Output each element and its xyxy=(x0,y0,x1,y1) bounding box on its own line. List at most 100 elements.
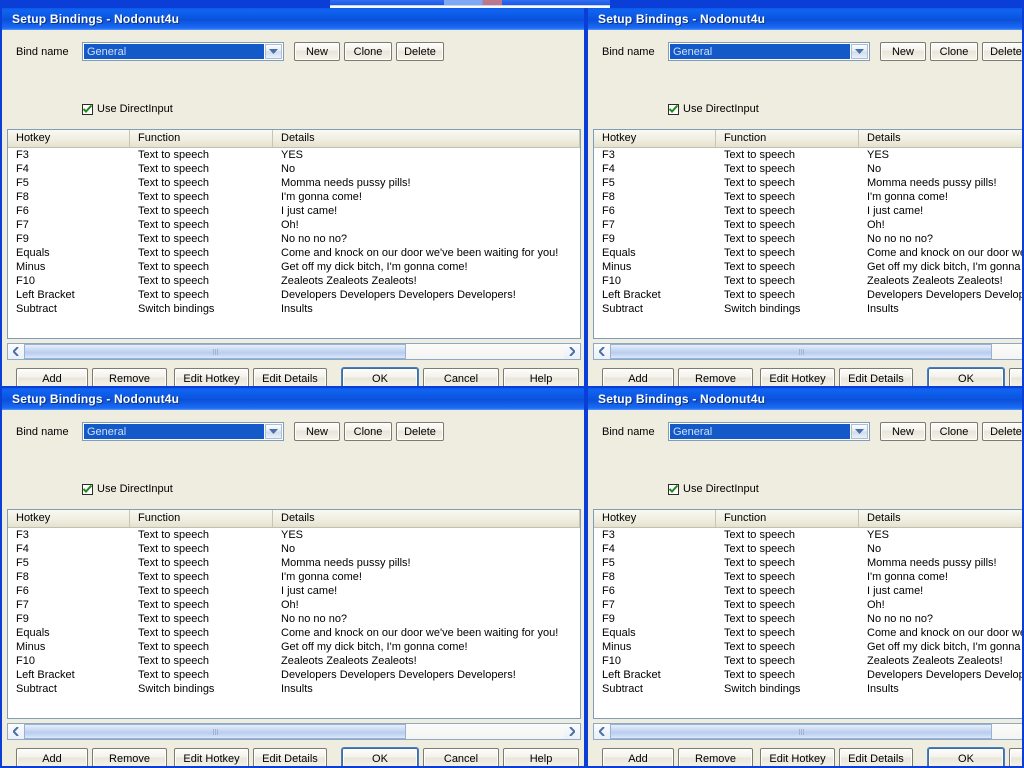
edit-details-button[interactable]: Edit Details xyxy=(839,368,913,386)
add-button[interactable]: Add xyxy=(602,748,674,766)
ok-button[interactable]: OK xyxy=(342,748,418,766)
scroll-left-arrow-icon[interactable] xyxy=(8,724,24,739)
bind-name-value[interactable]: General xyxy=(670,424,850,439)
scrollbar-track[interactable] xyxy=(24,724,564,739)
table-row[interactable]: F9 Text to speech No no no no? xyxy=(8,612,580,626)
add-button[interactable]: Add xyxy=(602,368,674,386)
table-row[interactable]: F8 Text to speech I'm gonna come! xyxy=(8,190,580,204)
table-row[interactable]: F3 Text to speech YES xyxy=(8,528,580,542)
column-header-hotkey[interactable]: Hotkey xyxy=(594,130,716,147)
add-button[interactable]: Add xyxy=(16,748,88,766)
table-row[interactable]: F7 Text to speech Oh! xyxy=(594,218,1022,232)
table-row[interactable]: Equals Text to speech Come and knock on ou… xyxy=(8,246,580,260)
scroll-right-arrow-icon[interactable] xyxy=(564,724,580,739)
delete-button[interactable]: Delete xyxy=(396,42,444,61)
scrollbar-track[interactable] xyxy=(610,724,1022,739)
clone-button[interactable]: Clone xyxy=(344,42,392,61)
table-row[interactable]: F6 Text to speech I just came! xyxy=(594,584,1022,598)
column-header-hotkey[interactable]: Hotkey xyxy=(8,510,130,527)
help-button[interactable]: Help xyxy=(503,368,579,386)
table-row[interactable]: Equals Text to speech Come and knock on ou… xyxy=(8,626,580,640)
use-directinput-checkbox[interactable]: Use DirectInput xyxy=(668,483,759,495)
delete-button[interactable]: Delete xyxy=(396,422,444,441)
table-row[interactable]: F5 Text to speech Momma needs pussy pills! xyxy=(594,176,1022,190)
new-button[interactable]: New xyxy=(880,42,926,61)
table-row[interactable]: Left Bracket Text to speech Developers Dev… xyxy=(594,668,1022,682)
table-row[interactable]: F5 Text to speech Momma needs pussy pills! xyxy=(8,176,580,190)
setup-bindings-window-top-left[interactable]: Setup Bindings - Nodonut4u Bind name Gen… xyxy=(0,8,586,388)
remove-button[interactable]: Remove xyxy=(678,748,753,766)
title-bar[interactable]: Setup Bindings - Nodonut4u xyxy=(588,388,1022,410)
column-header-details[interactable]: Details xyxy=(859,510,1022,527)
use-directinput-checkbox[interactable]: Use DirectInput xyxy=(82,483,173,495)
remove-button[interactable]: Remove xyxy=(92,368,167,386)
table-row[interactable]: Minus Text to speech Get off my dick bitch… xyxy=(594,260,1022,274)
scrollbar-thumb[interactable] xyxy=(24,724,406,739)
table-row[interactable]: F10 Text to speech Zealeots Zealeots Zeale… xyxy=(594,654,1022,668)
column-header-hotkey[interactable]: Hotkey xyxy=(8,130,130,147)
table-row[interactable]: Subtract Switch bindings Insults xyxy=(8,682,580,696)
bindings-list[interactable]: Hotkey Function Details F3 Text to speech… xyxy=(7,509,581,719)
edit-hotkey-button[interactable]: Edit Hotkey xyxy=(760,748,835,766)
table-row[interactable]: F9 Text to speech No no no no? xyxy=(594,232,1022,246)
scroll-right-arrow-icon[interactable] xyxy=(564,344,580,359)
checkbox-box-icon[interactable] xyxy=(668,483,679,495)
horizontal-scrollbar[interactable] xyxy=(593,723,1022,740)
delete-button[interactable]: Delete xyxy=(982,422,1022,441)
table-row[interactable]: F7 Text to speech Oh! xyxy=(8,598,580,612)
chevron-down-icon[interactable] xyxy=(851,44,868,59)
list-body[interactable]: F3 Text to speech YES F4 Text to speech No F5 T… xyxy=(8,148,580,316)
scrollbar-thumb[interactable] xyxy=(610,724,992,739)
clone-button[interactable]: Clone xyxy=(930,42,978,61)
table-row[interactable]: F4 Text to speech No xyxy=(8,162,580,176)
edit-details-button[interactable]: Edit Details xyxy=(253,368,327,386)
list-body[interactable]: F3 Text to speech YES F4 Text to speech No F5 T… xyxy=(8,528,580,696)
bind-name-combobox[interactable]: General xyxy=(668,42,870,61)
setup-bindings-window-bottom-left[interactable]: Setup Bindings - Nodonut4u Bind name Gen… xyxy=(0,388,586,768)
new-button[interactable]: New xyxy=(294,422,340,441)
cancel-button[interactable]: Cancel xyxy=(1009,748,1022,766)
chevron-down-icon[interactable] xyxy=(265,44,282,59)
table-row[interactable]: Minus Text to speech Get off my dick bitch… xyxy=(594,640,1022,654)
use-directinput-checkbox[interactable]: Use DirectInput xyxy=(668,103,759,115)
table-row[interactable]: F9 Text to speech No no no no? xyxy=(594,612,1022,626)
list-header[interactable]: Hotkey Function Details xyxy=(594,130,1022,148)
table-row[interactable]: F6 Text to speech I just came! xyxy=(594,204,1022,218)
table-row[interactable]: F3 Text to speech YES xyxy=(594,528,1022,542)
delete-button[interactable]: Delete xyxy=(982,42,1022,61)
bindings-list[interactable]: Hotkey Function Details F3 Text to speech… xyxy=(593,509,1022,719)
list-header[interactable]: Hotkey Function Details xyxy=(594,510,1022,528)
horizontal-scrollbar[interactable] xyxy=(593,343,1022,360)
ok-button[interactable]: OK xyxy=(342,368,418,386)
table-row[interactable]: F4 Text to speech No xyxy=(594,542,1022,556)
scroll-left-arrow-icon[interactable] xyxy=(594,724,610,739)
new-button[interactable]: New xyxy=(880,422,926,441)
table-row[interactable]: Minus Text to speech Get off my dick bitch… xyxy=(8,640,580,654)
scrollbar-track[interactable] xyxy=(24,344,564,359)
edit-hotkey-button[interactable]: Edit Hotkey xyxy=(760,368,835,386)
column-header-details[interactable]: Details xyxy=(859,130,1022,147)
table-row[interactable]: F10 Text to speech Zealeots Zealeots Zeale… xyxy=(594,274,1022,288)
title-bar[interactable]: Setup Bindings - Nodonut4u xyxy=(588,8,1022,30)
new-button[interactable]: New xyxy=(294,42,340,61)
cancel-button[interactable]: Cancel xyxy=(423,748,499,766)
table-row[interactable]: Subtract Switch bindings Insults xyxy=(594,682,1022,696)
table-row[interactable]: F9 Text to speech No no no no? xyxy=(8,232,580,246)
list-body[interactable]: F3 Text to speech YES F4 Text to speech No F5 T… xyxy=(594,148,1022,316)
list-header[interactable]: Hotkey Function Details xyxy=(8,510,580,528)
remove-button[interactable]: Remove xyxy=(92,748,167,766)
checkbox-box-icon[interactable] xyxy=(668,103,679,115)
bind-name-value[interactable]: General xyxy=(84,424,264,439)
checkbox-box-icon[interactable] xyxy=(82,103,93,115)
table-row[interactable]: Left Bracket Text to speech Developers Dev… xyxy=(594,288,1022,302)
edit-details-button[interactable]: Edit Details xyxy=(253,748,327,766)
horizontal-scrollbar[interactable] xyxy=(7,343,581,360)
edit-details-button[interactable]: Edit Details xyxy=(839,748,913,766)
bind-name-combobox[interactable]: General xyxy=(82,422,284,441)
checkbox-box-icon[interactable] xyxy=(82,483,93,495)
table-row[interactable]: F6 Text to speech I just came! xyxy=(8,204,580,218)
scrollbar-thumb[interactable] xyxy=(24,344,406,359)
table-row[interactable]: F3 Text to speech YES xyxy=(8,148,580,162)
table-row[interactable]: F7 Text to speech Oh! xyxy=(594,598,1022,612)
table-row[interactable]: Subtract Switch bindings Insults xyxy=(8,302,580,316)
